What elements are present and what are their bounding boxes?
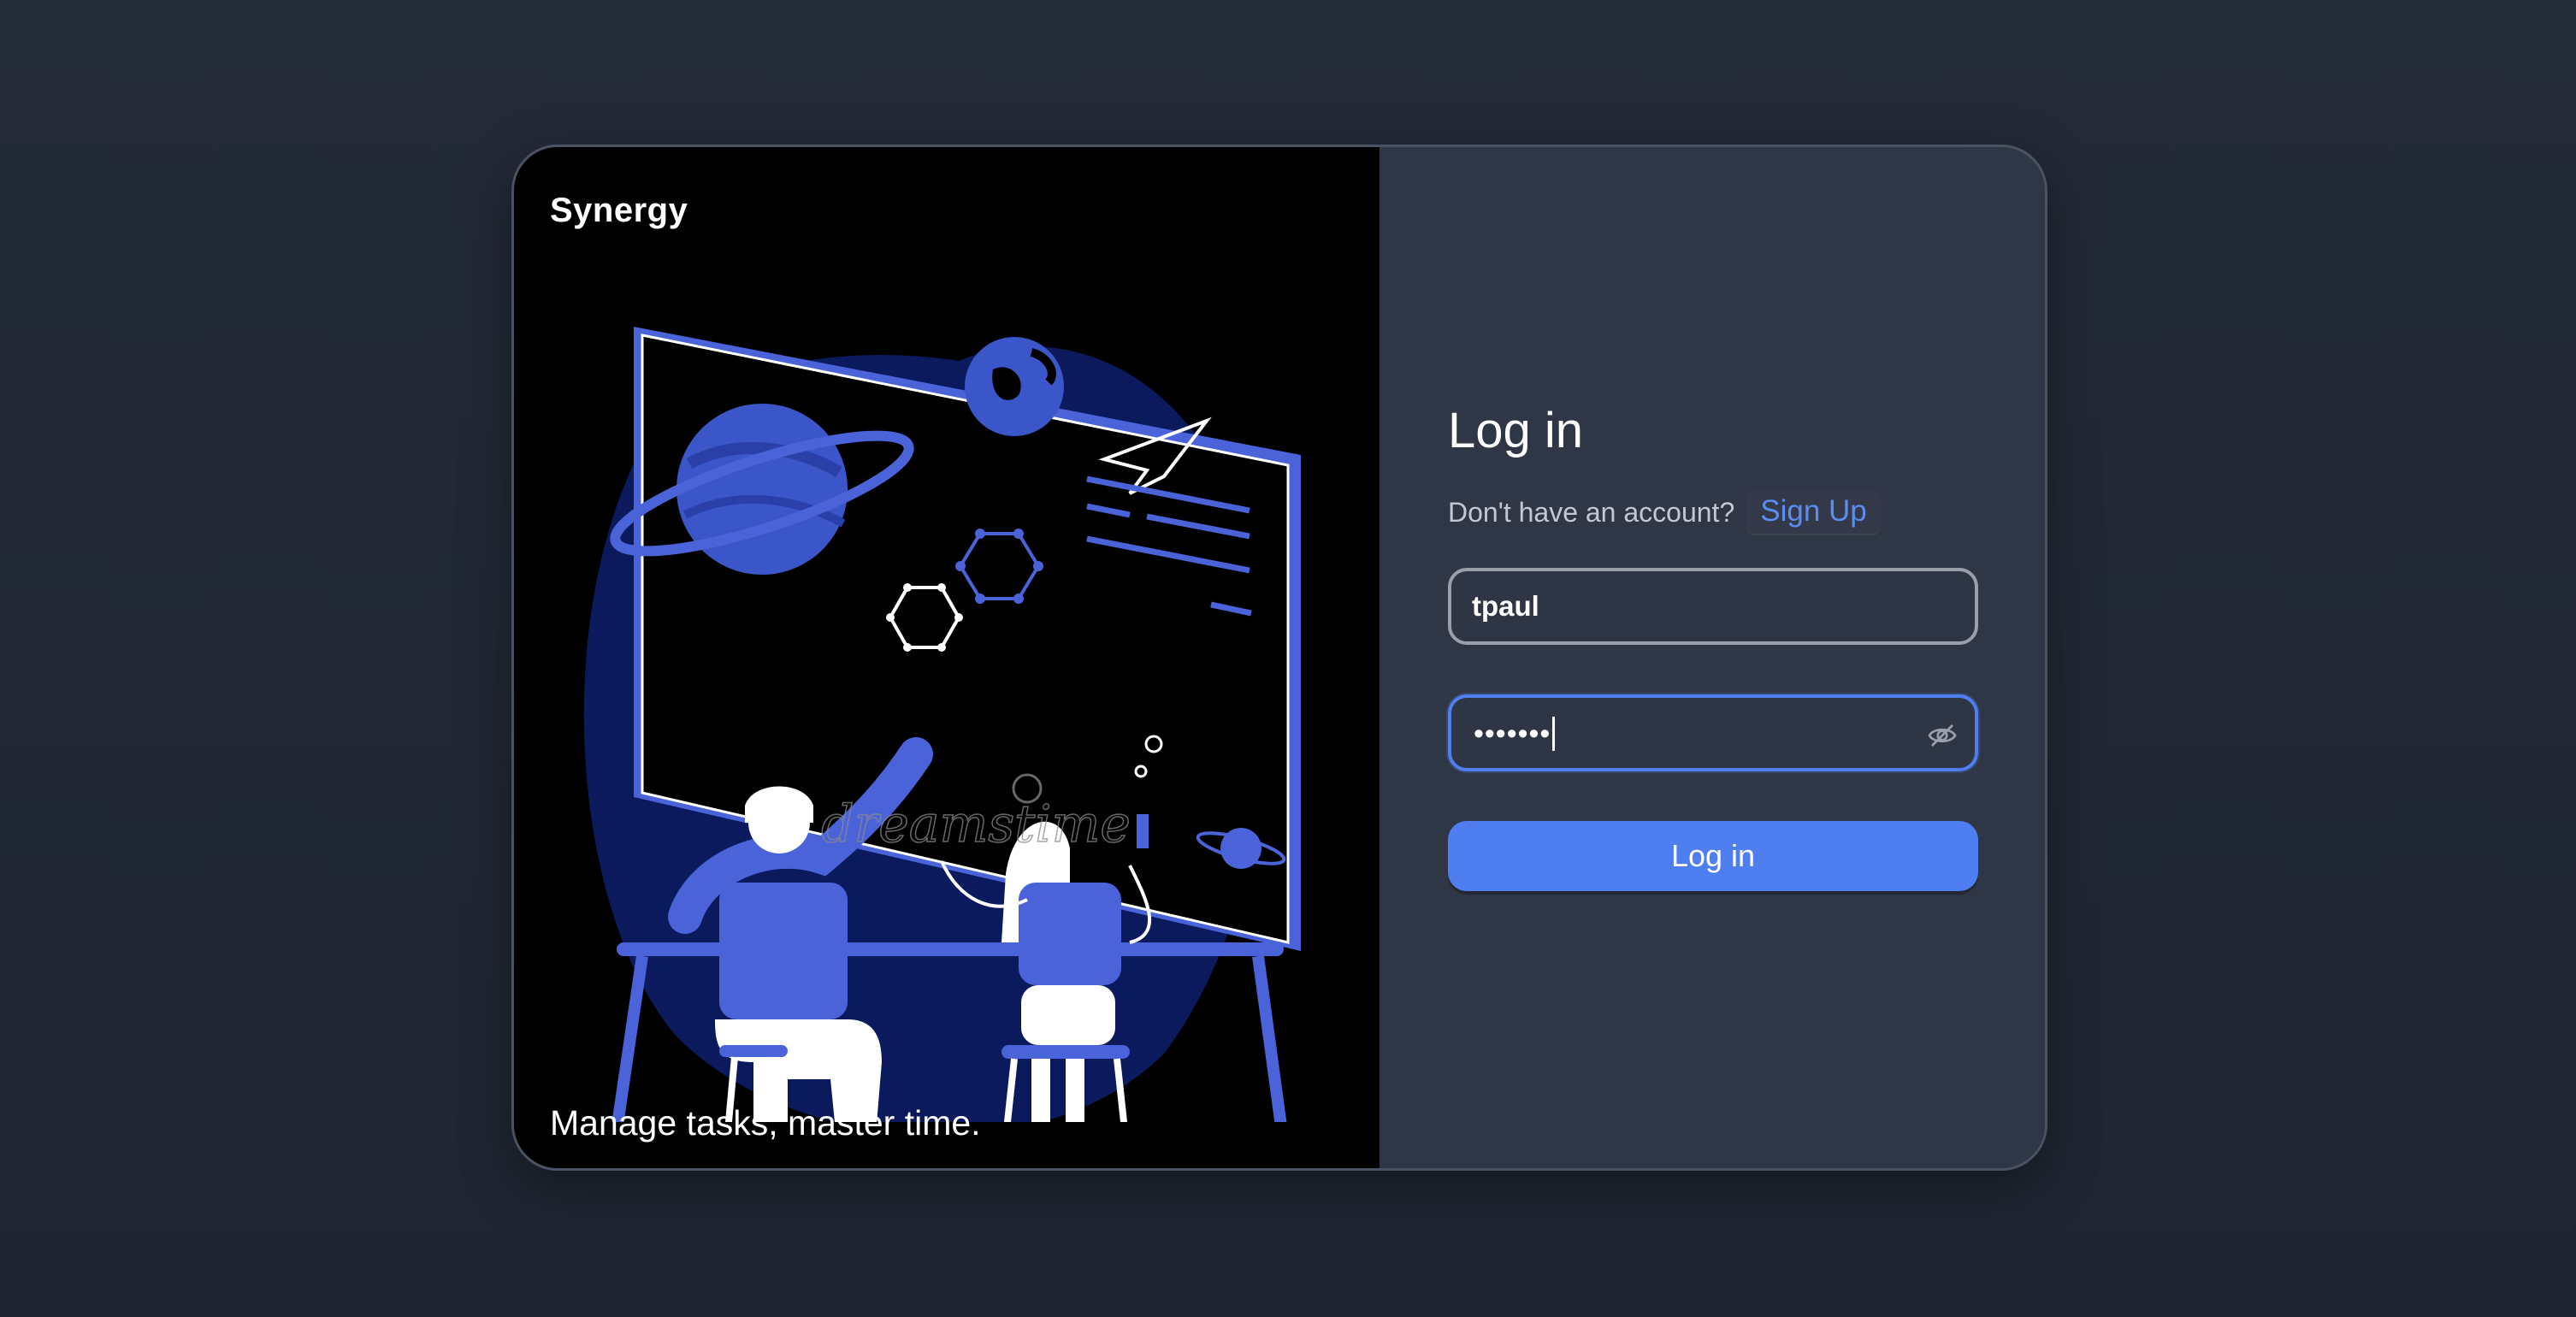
signup-link[interactable]: Sign Up bbox=[1746, 489, 1881, 535]
watermark-text: dreamstime bbox=[821, 794, 1131, 854]
username-input[interactable] bbox=[1451, 571, 1975, 641]
signup-row: Don't have an account? Sign Up bbox=[1448, 489, 1881, 535]
password-mask: ••••••• bbox=[1474, 717, 1551, 750]
brand-panel: Synergy dreamstime Manage tasks, master … bbox=[514, 147, 1380, 1168]
table-top bbox=[617, 942, 1284, 956]
classroom-illustration: dreamstime bbox=[583, 327, 1301, 1122]
login-button[interactable]: Log in bbox=[1448, 821, 1978, 891]
eye-off-icon[interactable] bbox=[1927, 720, 1958, 751]
brand-name: Synergy bbox=[550, 192, 688, 229]
text-caret bbox=[1552, 717, 1556, 751]
username-field-wrapper bbox=[1448, 568, 1978, 645]
login-panel: Log in Don't have an account? Sign Up ••… bbox=[1380, 147, 2045, 1168]
signup-prompt: Don't have an account? bbox=[1448, 496, 1735, 528]
brand-tagline: Manage tasks, master time. bbox=[550, 1103, 981, 1143]
login-title: Log in bbox=[1448, 403, 1584, 458]
password-field-wrapper: ••••••• bbox=[1448, 694, 1978, 771]
password-input[interactable]: ••••••• bbox=[1474, 717, 1556, 751]
login-card: Synergy dreamstime Manage tasks, master … bbox=[511, 145, 2047, 1171]
